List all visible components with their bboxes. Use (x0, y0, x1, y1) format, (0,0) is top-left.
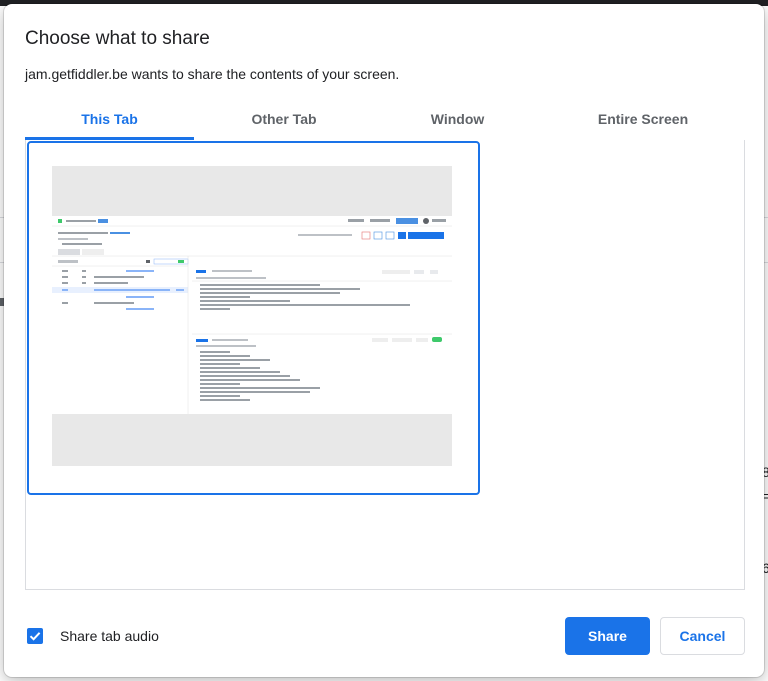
checkmark-icon (29, 632, 41, 641)
tab-preview-page (52, 216, 452, 414)
tab-window[interactable]: Window (374, 100, 541, 138)
share-tab-audio-label: Share tab audio (60, 628, 159, 644)
background-divider (764, 262, 768, 263)
source-type-tabs: This Tab Other Tab Window Entire Screen (25, 100, 745, 140)
share-screen-dialog: Choose what to share jam.getfiddler.be w… (4, 4, 764, 677)
background-divider (764, 217, 768, 218)
share-button[interactable]: Share (565, 617, 650, 655)
source-list-panel (25, 140, 745, 590)
share-tab-audio-checkbox[interactable] (27, 628, 43, 644)
dialog-subtitle: jam.getfiddler.be wants to share the con… (25, 66, 400, 82)
tab-preview-graphic (52, 216, 452, 414)
cancel-button[interactable]: Cancel (660, 617, 745, 655)
tab-entire-screen[interactable]: Entire Screen (541, 100, 745, 138)
dialog-title: Choose what to share (25, 28, 210, 49)
tab-other-tab[interactable]: Other Tab (194, 100, 374, 138)
this-tab-source-card[interactable] (27, 141, 480, 495)
tab-preview-thumbnail (52, 166, 452, 466)
tab-this-tab[interactable]: This Tab (25, 100, 194, 138)
